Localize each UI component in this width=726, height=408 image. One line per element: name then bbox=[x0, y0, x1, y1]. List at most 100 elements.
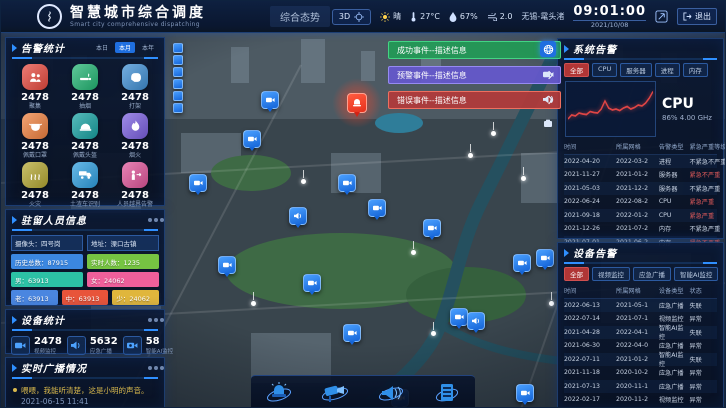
speaker-marker[interactable] bbox=[467, 312, 485, 330]
tab-ai[interactable]: 智能AI监控 bbox=[674, 267, 718, 281]
tab-memory[interactable]: 内存 bbox=[683, 63, 708, 77]
camera-marker[interactable] bbox=[368, 199, 386, 217]
mini-marker[interactable] bbox=[173, 55, 183, 65]
speaker-layer-button[interactable] bbox=[540, 91, 556, 107]
male-bar: 男：63913 bbox=[11, 272, 83, 287]
temperature-value: 27°C bbox=[420, 12, 440, 21]
alarm-stat-fire: 2478 火灾 bbox=[10, 162, 60, 208]
tab-all[interactable]: 全部 bbox=[564, 63, 589, 77]
alert-marker-fire[interactable] bbox=[347, 93, 367, 113]
camera-marker[interactable] bbox=[450, 308, 468, 326]
panel-personnel-info: 驻留人员信息 摄像头：四号岗 地址：溧口古镇 历史总数：87915 实时人数：1… bbox=[5, 209, 165, 306]
camera-marker[interactable] bbox=[243, 130, 261, 148]
server-tool-button[interactable] bbox=[431, 379, 463, 407]
more-icon[interactable] bbox=[154, 218, 158, 222]
cell-grid: 2021-07-2 bbox=[616, 225, 659, 232]
tab-video[interactable]: 视频监控 bbox=[592, 267, 630, 281]
more-icon[interactable] bbox=[154, 318, 158, 322]
alarm-layer-button[interactable] bbox=[540, 116, 556, 132]
thermometer-icon bbox=[410, 11, 417, 22]
device-stat-label: 视频监控 bbox=[34, 347, 62, 355]
more-icon[interactable] bbox=[154, 366, 158, 370]
event-banner-warning[interactable]: 预警事件--描述信息 bbox=[388, 66, 561, 84]
table-row: 2022-02-172020-11-2视频监控异常 bbox=[564, 393, 717, 407]
camera-tool-button[interactable] bbox=[319, 379, 351, 407]
poi-dot[interactable] bbox=[468, 153, 473, 158]
poi-dot[interactable] bbox=[549, 301, 554, 306]
cell-grid: 2020-11-2 bbox=[616, 396, 659, 403]
system-alarm-tabs: 全部 CPU 服务器 进程 内存 bbox=[558, 62, 723, 80]
camera-marker[interactable] bbox=[536, 249, 554, 267]
camera-marker[interactable] bbox=[261, 91, 279, 109]
tab-broadcast[interactable]: 应急广播 bbox=[633, 267, 671, 281]
poi-dot[interactable] bbox=[411, 250, 416, 255]
table-row: 2021-04-282022-04-1智能AI监控失联 bbox=[564, 326, 717, 340]
cell-level: 不紧急严重 bbox=[689, 224, 717, 233]
cell-grid: 2022-03-2 bbox=[616, 158, 659, 165]
cell-type: 服务器 bbox=[659, 184, 690, 193]
app-logo-icon bbox=[37, 4, 62, 29]
mini-marker[interactable] bbox=[173, 67, 183, 77]
app-title: 智慧城市综合调度 bbox=[70, 6, 206, 20]
table-header: 时间 所属网格 告警类型 紧急严重等级 bbox=[564, 140, 717, 155]
globe-layer-button[interactable] bbox=[540, 41, 556, 57]
panel-device-alarm: 设备告警 全部 视频监控 应急广播 智能AI监控 时间 所属网格 设备类型 状态… bbox=[557, 242, 724, 408]
device-stat-label: 智能AI监控 bbox=[146, 347, 173, 355]
exit-button[interactable]: 退出 bbox=[677, 8, 717, 25]
siren-tool-button[interactable] bbox=[263, 379, 295, 407]
fist-icon bbox=[122, 64, 148, 90]
sun-icon bbox=[380, 12, 390, 22]
poi-dot[interactable] bbox=[521, 176, 526, 181]
mini-marker[interactable] bbox=[173, 43, 183, 53]
camera-marker[interactable] bbox=[218, 256, 236, 274]
event-banner-error[interactable]: 错误事件--描述信息 bbox=[388, 91, 561, 109]
tab-comprehensive-situation[interactable]: 综合态势 bbox=[270, 6, 330, 27]
tab-month[interactable]: 本月 bbox=[115, 42, 135, 53]
system-alarm-table: 时间 所属网格 告警类型 紧急严重等级 2022-04-202022-03-2进… bbox=[558, 140, 723, 249]
camera-marker[interactable] bbox=[423, 219, 441, 237]
camera-marker[interactable] bbox=[343, 324, 361, 342]
camera-marker[interactable] bbox=[513, 254, 531, 272]
alarm-stat-grid: 2478 聚集 2478 抽烟 2478 打架 2478 佩戴口罩 2478 bbox=[6, 61, 164, 212]
fullscreen-icon[interactable] bbox=[655, 10, 668, 23]
tab-all[interactable]: 全部 bbox=[564, 267, 589, 281]
top-header: 智慧城市综合调度 Smart city comprehensive dispat… bbox=[1, 1, 725, 33]
camera-layer-button[interactable] bbox=[540, 66, 556, 82]
speaker-tool-button[interactable] bbox=[375, 379, 407, 407]
tab-server[interactable]: 服务器 bbox=[620, 63, 652, 77]
mini-marker[interactable] bbox=[173, 91, 183, 101]
speaker-icon bbox=[67, 336, 86, 355]
table-row: 2021-06-302022-04-0应急广播异常 bbox=[564, 339, 717, 353]
tab-cpu[interactable]: CPU bbox=[592, 63, 617, 77]
col-type: 告警类型 bbox=[659, 142, 690, 151]
camera-marker[interactable] bbox=[338, 174, 356, 192]
table-row: 2021-11-272021-01-2服务器紧急不严重 bbox=[564, 168, 717, 182]
camera-marker[interactable] bbox=[303, 274, 321, 292]
mini-marker[interactable] bbox=[173, 103, 183, 113]
cell-type: 应急广播 bbox=[659, 368, 690, 377]
tab-year[interactable]: 本年 bbox=[138, 42, 158, 53]
tab-process[interactable]: 进程 bbox=[655, 63, 680, 77]
cell-status: 异常 bbox=[689, 395, 717, 404]
stat-value: 2478 bbox=[10, 92, 60, 103]
poi-dot[interactable] bbox=[301, 179, 306, 184]
panel-system-alarm: 系统告警 全部 CPU 服务器 进程 内存 CPU 86% 4.00 GHz 时… bbox=[557, 38, 724, 239]
poi-dot[interactable] bbox=[491, 131, 496, 136]
camera-marker[interactable] bbox=[516, 384, 534, 402]
panel-underline bbox=[12, 377, 158, 379]
poi-dot[interactable] bbox=[251, 301, 256, 306]
location-label[interactable]: 无锡-鼋头渚 bbox=[521, 11, 564, 22]
humidity-item: 67% bbox=[449, 12, 478, 22]
event-label: 成功事件--描述信息 bbox=[397, 45, 467, 56]
cell-status: 失联 bbox=[689, 301, 717, 310]
mini-marker[interactable] bbox=[173, 79, 183, 89]
stat-value: 2478 bbox=[60, 190, 110, 201]
stat-label: 烟火 bbox=[110, 152, 160, 159]
camera-marker[interactable] bbox=[189, 174, 207, 192]
view-3d-toggle[interactable]: 3D bbox=[332, 9, 371, 25]
speaker-marker[interactable] bbox=[289, 207, 307, 225]
event-banner-success[interactable]: 成功事件--描述信息 bbox=[388, 41, 561, 59]
alarm-stat-smoke-fire: 2478 烟火 bbox=[110, 113, 160, 159]
poi-dot[interactable] bbox=[431, 331, 436, 336]
tab-today[interactable]: 本日 bbox=[92, 42, 112, 53]
